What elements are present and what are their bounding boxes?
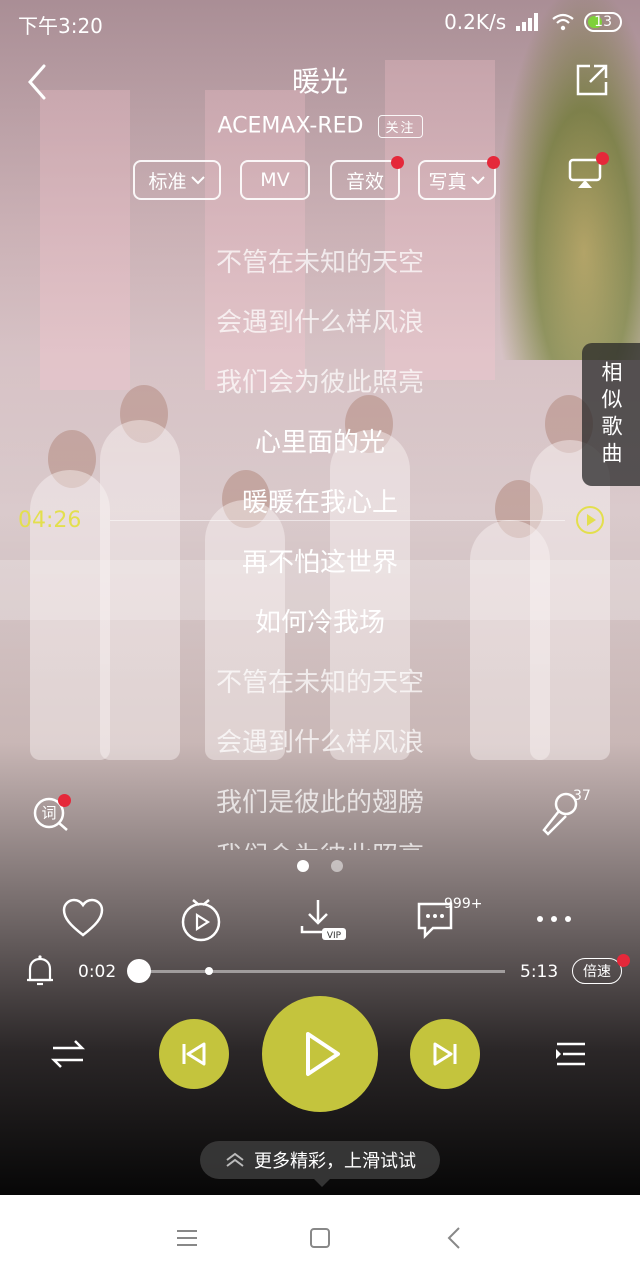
lyric-search-icon[interactable]: 词 xyxy=(32,794,72,832)
back-icon[interactable] xyxy=(440,1223,470,1253)
progress-marker xyxy=(205,967,213,975)
video-icon[interactable] xyxy=(178,896,228,946)
lyric-line: 不管在未知的天空 xyxy=(215,668,424,698)
follow-button[interactable]: 关注 xyxy=(378,114,423,138)
notification-dot xyxy=(617,954,630,967)
lyric-line: 我们会为彼此照亮 xyxy=(215,368,424,398)
play-icon xyxy=(306,1032,340,1076)
notification-dot xyxy=(487,156,500,169)
lyric-line: 不管在未知的天空 xyxy=(215,248,424,278)
double-chevron-up-icon xyxy=(226,1152,244,1167)
page-dot-active xyxy=(297,860,309,872)
progress-row: 0:02 5:13 倍速 xyxy=(0,950,640,994)
playlist-icon[interactable] xyxy=(553,1036,589,1072)
play-from-line-icon[interactable] xyxy=(575,505,605,535)
vip-badge: VIP xyxy=(327,931,342,941)
heart-icon[interactable] xyxy=(60,896,110,946)
lyric-line: 会遇到什么样风浪 xyxy=(215,728,424,758)
artist-row: ACEMAX-RED 关注 xyxy=(0,113,640,139)
comment-count: 999+ xyxy=(444,896,483,912)
progress-thumb[interactable] xyxy=(126,959,151,983)
total-time: 5:13 xyxy=(520,962,559,982)
lyric-time-marker: 04:26 xyxy=(18,508,82,533)
song-title: 暖光 xyxy=(291,65,348,98)
similar-songs-tab[interactable]: 相似歌曲 xyxy=(582,343,640,486)
lyric-line: 心里面的光 xyxy=(254,428,385,458)
wifi-icon xyxy=(552,13,574,31)
repeat-mode-icon[interactable] xyxy=(50,1036,86,1072)
mv-button[interactable]: MV xyxy=(240,160,310,200)
lyrics-panel[interactable]: 不管在未知的天空 会遇到什么样风浪 我们会为彼此照亮 心里面的光 暖暖在我心上 … xyxy=(0,230,640,850)
lyric-line: 我们会为彼此照亮 xyxy=(0,836,640,850)
status-bar: 下午3:20 0.2K/s 13 xyxy=(0,0,640,48)
network-speed: 0.2K/s xyxy=(444,10,507,34)
speed-label: 倍速 xyxy=(583,964,611,980)
mic-count: 37 xyxy=(573,788,591,804)
photo-selector[interactable]: 写真 xyxy=(418,156,500,200)
lyric-line: 会遇到什么样风浪 xyxy=(215,308,424,338)
more-icon[interactable] xyxy=(532,896,582,946)
system-nav-bar xyxy=(0,1195,640,1280)
notification-dot xyxy=(596,152,609,165)
swipe-hint-text: 更多精彩，上滑试试 xyxy=(254,1151,416,1172)
sound-effect-button[interactable]: 音效 xyxy=(330,156,404,200)
page-dot xyxy=(331,860,343,872)
quality-label: 标准 xyxy=(148,170,187,193)
lyric-line: 如何冷我场 xyxy=(254,608,385,638)
home-icon[interactable] xyxy=(305,1223,335,1253)
notification-dot xyxy=(58,794,71,807)
chevron-down-icon xyxy=(190,176,205,185)
skip-previous-icon xyxy=(182,1042,206,1066)
speed-button[interactable]: 倍速 xyxy=(572,954,630,984)
page-indicator xyxy=(0,860,640,872)
mv-label: MV xyxy=(260,169,290,191)
battery-level: 13 xyxy=(594,14,612,30)
share-icon[interactable] xyxy=(574,62,610,98)
status-time: 下午3:20 xyxy=(18,14,103,38)
previous-button[interactable] xyxy=(159,1019,229,1089)
sound-effect-label: 音效 xyxy=(345,170,384,193)
current-time: 0:02 xyxy=(78,962,117,982)
bell-icon[interactable] xyxy=(24,954,56,988)
playback-controls xyxy=(0,996,640,1112)
lyric-seek-line xyxy=(110,520,565,521)
play-button[interactable] xyxy=(262,996,378,1112)
signal-icon xyxy=(516,13,542,31)
download-icon[interactable]: VIP xyxy=(298,896,348,946)
lyric-line: 暖暖在我心上 xyxy=(241,488,398,518)
chevron-down-icon xyxy=(470,176,485,185)
battery-icon: 13 xyxy=(584,12,622,32)
lyric-line: 再不怕这世界 xyxy=(241,548,398,578)
music-player-screen: 下午3:20 0.2K/s 13 暖光 ACEMAX-RED 关注 标准 MV xyxy=(0,0,640,1280)
artist-name[interactable]: ACEMAX-RED xyxy=(217,114,363,139)
menu-icon[interactable] xyxy=(172,1223,202,1253)
cast-icon[interactable] xyxy=(568,152,609,190)
quality-selector[interactable]: 标准 xyxy=(133,160,221,200)
skip-next-icon xyxy=(433,1042,457,1066)
action-row: VIP xyxy=(0,896,640,946)
progress-bar[interactable] xyxy=(126,959,505,983)
next-button[interactable] xyxy=(410,1019,480,1089)
photo-label: 写真 xyxy=(428,170,467,193)
swipe-up-hint[interactable]: 更多精彩，上滑试试 xyxy=(200,1141,440,1187)
lyric-search-label: 词 xyxy=(41,804,56,822)
notification-dot xyxy=(391,156,404,169)
